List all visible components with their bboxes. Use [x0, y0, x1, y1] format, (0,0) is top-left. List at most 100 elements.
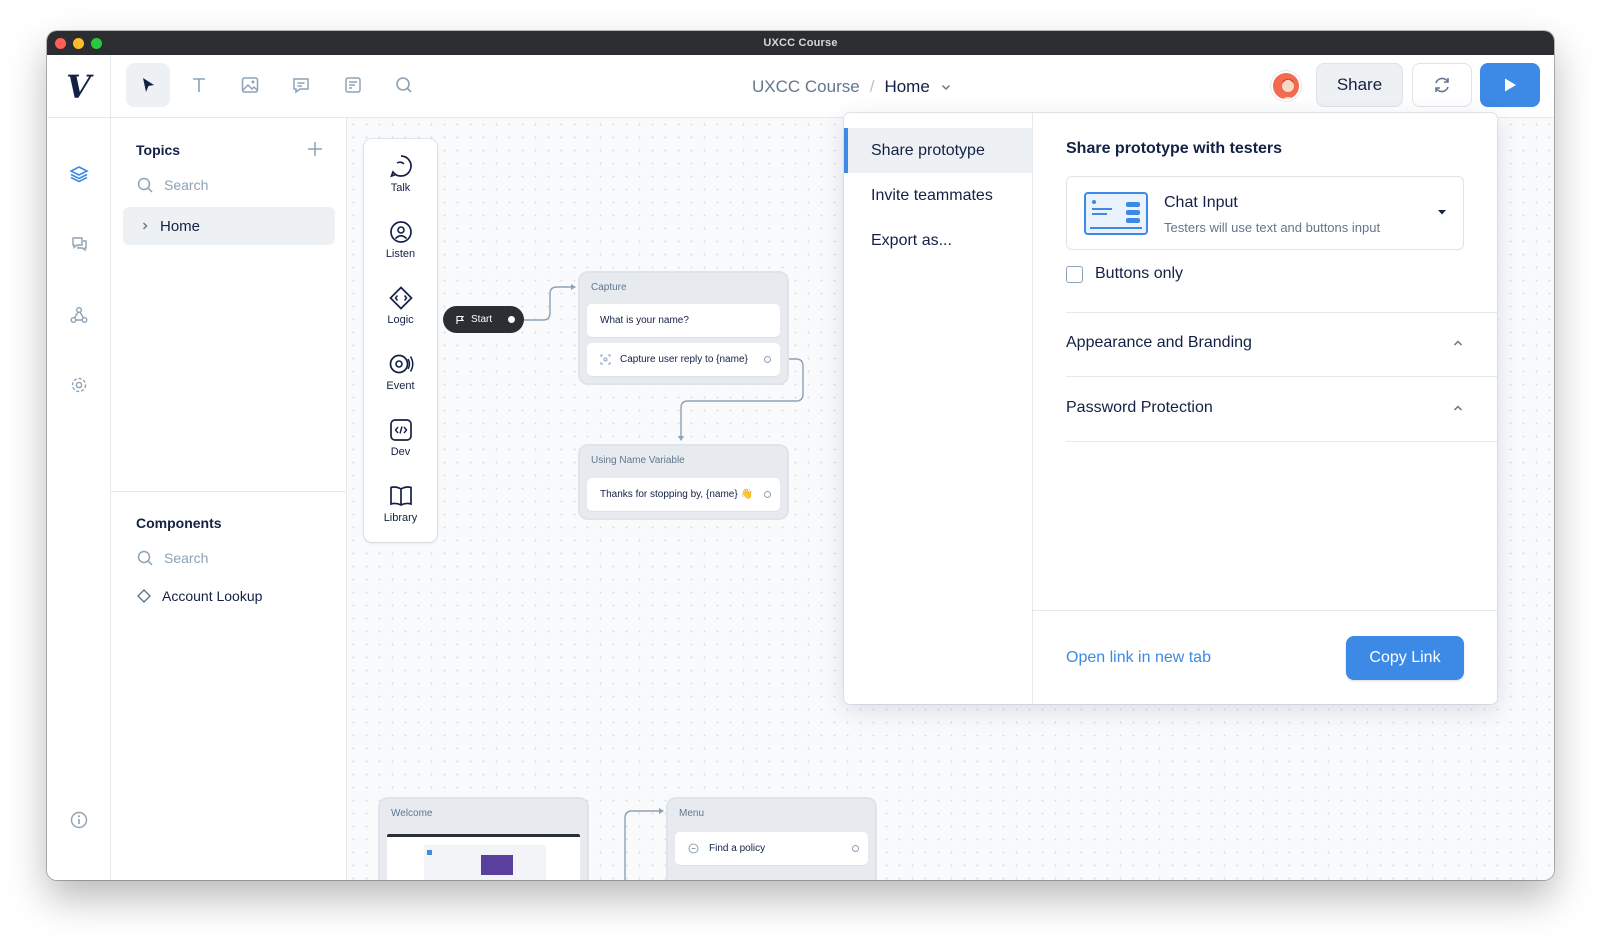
accordion-label: Password Protection	[1066, 399, 1213, 416]
topics-title: Topics	[136, 142, 181, 158]
share-nav-label: Invite teammates	[871, 186, 993, 204]
search-icon	[396, 77, 412, 93]
text-icon	[193, 78, 205, 92]
layers-icon[interactable]	[67, 162, 91, 186]
accordion-password-protection[interactable]: Password Protection	[1066, 399, 1464, 417]
components-search-input[interactable]: Search	[136, 549, 208, 567]
select-title: Chat Input	[1164, 194, 1238, 211]
window-titlebar: UXCC Course	[47, 31, 1554, 55]
buttons-only-option[interactable]: Buttons only	[1066, 265, 1183, 283]
start-label: Start	[471, 314, 493, 325]
app-logo: V	[66, 67, 91, 106]
chevron-right-icon	[143, 222, 148, 230]
component-item-account-lookup[interactable]: Account Lookup	[136, 588, 262, 604]
search-icon	[137, 550, 153, 566]
sidebar-divider	[111, 491, 346, 492]
start-node[interactable]: Start	[443, 306, 524, 333]
step-label: Listen	[385, 248, 416, 260]
speak-step[interactable]: What is your name?	[587, 304, 780, 337]
search-icon	[137, 177, 153, 193]
breadcrumb-project[interactable]: UXCC Course	[752, 77, 860, 97]
flag-icon	[456, 315, 465, 324]
search-tool-button[interactable]	[382, 63, 426, 107]
step-library[interactable]: Library	[364, 483, 437, 524]
step-listen[interactable]: Listen	[364, 219, 437, 260]
capture-step[interactable]: Capture user reply to {name}	[587, 343, 780, 376]
logic-icon	[388, 286, 413, 310]
capture-block[interactable]: Capture What is your name? Capture user …	[580, 273, 787, 383]
caret-down-icon	[1438, 210, 1446, 215]
menu-block[interactable]: Menu Find a policy	[668, 799, 875, 880]
pointer-tool-button[interactable]	[126, 63, 170, 107]
breadcrumb: UXCC Course / Home	[752, 77, 952, 97]
logo-button[interactable]: V	[47, 55, 111, 118]
breadcrumb-current[interactable]: Home	[884, 77, 929, 97]
step-talk[interactable]: Talk	[364, 153, 437, 194]
choice-step[interactable]: Find a policy	[675, 832, 868, 865]
steps-toolbar: Talk Listen Logic Event Dev Library	[364, 139, 437, 542]
share-nav-export[interactable]: Export as...	[844, 218, 1032, 263]
comment-tool-button[interactable]	[279, 63, 323, 107]
share-nav-share-prototype[interactable]: Share prototype	[844, 128, 1032, 173]
step-event[interactable]: Event	[364, 351, 437, 392]
text-tool-button[interactable]	[177, 63, 221, 107]
plus-icon	[308, 142, 322, 156]
accordion-appearance-branding[interactable]: Appearance and Branding	[1066, 334, 1464, 352]
speak-step[interactable]: Thanks for stopping by, {name} 👋	[587, 478, 780, 511]
chevron-up-icon	[1453, 405, 1463, 411]
share-button[interactable]: Share	[1316, 63, 1403, 107]
info-icon[interactable]	[67, 808, 91, 832]
topic-item-home[interactable]: Home	[123, 207, 335, 245]
share-nav-label: Export as...	[871, 231, 952, 249]
settings-icon[interactable]	[67, 373, 91, 397]
event-icon	[389, 354, 413, 374]
components-title: Components	[136, 515, 222, 531]
add-topic-button[interactable]	[306, 140, 324, 163]
topics-search-input[interactable]: Search	[136, 176, 208, 194]
close-window-button[interactable]	[55, 38, 66, 49]
minimize-window-button[interactable]	[73, 38, 84, 49]
open-link-new-tab[interactable]: Open link in new tab	[1066, 649, 1211, 667]
select-subtitle: Testers will use text and buttons input	[1164, 220, 1381, 235]
components-search-placeholder: Search	[164, 550, 209, 566]
share-nav: Share prototype Invite teammates Export …	[844, 113, 1033, 704]
top-toolbar: V UXCC Course / Home Share	[47, 55, 1554, 118]
nodes-icon[interactable]	[67, 303, 91, 327]
share-title: Share prototype with testers	[1066, 140, 1283, 157]
topics-sidebar: Topics Search Home Components Search Acc…	[111, 118, 347, 880]
step-logic[interactable]: Logic	[364, 285, 437, 326]
maximize-window-button[interactable]	[91, 38, 102, 49]
play-icon	[1505, 78, 1516, 92]
choice-port[interactable]	[852, 845, 859, 852]
prototype-type-select[interactable]: Chat Input Testers will use text and but…	[1066, 176, 1464, 250]
welcome-block[interactable]: Welcome	[380, 799, 587, 880]
step-dev[interactable]: Dev	[364, 417, 437, 458]
listen-icon	[389, 221, 412, 243]
user-avatar[interactable]	[1271, 71, 1301, 101]
capture-icon	[600, 354, 611, 365]
image-tool-button[interactable]	[228, 63, 272, 107]
chat-icon[interactable]	[67, 232, 91, 256]
capture-port[interactable]	[764, 356, 771, 363]
run-prototype-button[interactable]	[1480, 63, 1540, 107]
using-name-variable-block[interactable]: Using Name Variable Thanks for stopping …	[580, 446, 787, 518]
chevron-up-icon	[1453, 340, 1463, 346]
welcome-visual-preview	[387, 834, 580, 880]
diamond-icon	[137, 589, 151, 603]
block-title: Welcome	[391, 808, 433, 819]
step-label: Event	[386, 380, 415, 392]
sync-button[interactable]	[1412, 63, 1472, 107]
copy-link-button[interactable]: Copy Link	[1346, 636, 1464, 680]
refresh-icon	[1435, 77, 1449, 93]
speak-text: Thanks for stopping by, {name} 👋	[600, 489, 753, 500]
buttons-only-checkbox[interactable]	[1066, 265, 1083, 283]
speak-port[interactable]	[764, 491, 771, 498]
share-nav-invite-teammates[interactable]: Invite teammates	[844, 173, 1032, 218]
window-title: UXCC Course	[763, 37, 838, 49]
notes-icon	[345, 77, 361, 93]
breadcrumb-separator: /	[869, 77, 875, 96]
start-port[interactable]	[508, 316, 515, 323]
notes-tool-button[interactable]	[331, 63, 375, 107]
topics-search-placeholder: Search	[164, 177, 209, 193]
topic-item-label: Home	[160, 217, 201, 235]
